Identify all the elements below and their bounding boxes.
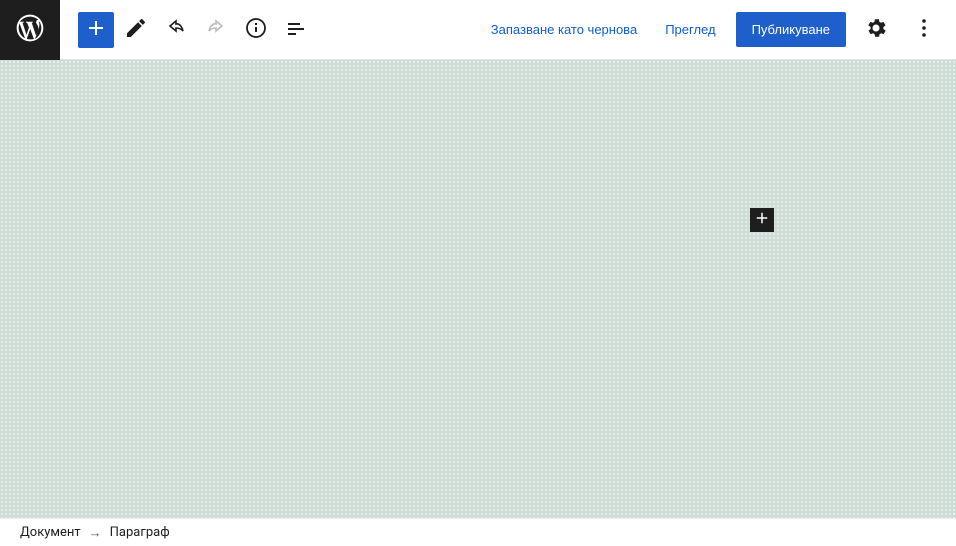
kebab-icon — [912, 16, 936, 43]
breadcrumb-current[interactable]: Параграф — [110, 525, 170, 540]
wordpress-icon — [14, 12, 46, 48]
publish-button[interactable]: Публикуване — [736, 12, 846, 47]
pencil-icon — [124, 16, 148, 43]
wordpress-logo[interactable] — [0, 0, 60, 60]
plus-icon — [84, 16, 108, 43]
details-button[interactable] — [238, 12, 274, 48]
toolbar-left — [60, 12, 314, 48]
list-view-icon — [284, 16, 308, 43]
gear-icon — [864, 16, 888, 43]
undo-icon — [164, 16, 188, 43]
plus-icon — [753, 209, 771, 231]
save-draft-button[interactable]: Запазване като чернова — [483, 16, 645, 43]
toolbar-right: Запазване като чернова Преглед Публикува… — [483, 12, 956, 48]
redo-button[interactable] — [198, 12, 234, 48]
settings-button[interactable] — [858, 12, 894, 48]
chevron-right-icon: → — [89, 525, 102, 541]
inline-add-block-button[interactable] — [750, 208, 774, 232]
undo-button[interactable] — [158, 12, 194, 48]
breadcrumb-root[interactable]: Документ — [20, 525, 81, 540]
info-icon — [244, 16, 268, 43]
more-options-button[interactable] — [906, 12, 942, 48]
breadcrumb: Документ → Параграф — [0, 518, 956, 546]
edit-mode-button[interactable] — [118, 12, 154, 48]
outline-button[interactable] — [278, 12, 314, 48]
preview-button[interactable]: Преглед — [657, 16, 723, 43]
top-toolbar: Запазване като чернова Преглед Публикува… — [0, 0, 956, 60]
add-block-button[interactable] — [78, 12, 114, 48]
editor-canvas-wrapper — [0, 60, 956, 518]
editor-background[interactable] — [0, 60, 956, 518]
redo-icon — [204, 16, 228, 43]
